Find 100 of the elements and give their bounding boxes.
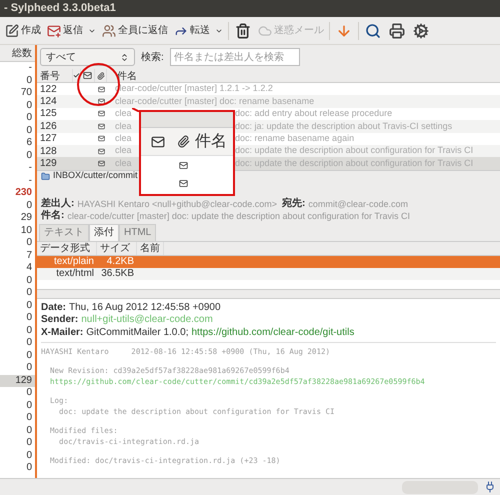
message-number: 124 <box>39 95 58 109</box>
printer-icon <box>389 22 405 38</box>
folder-count[interactable]: 0 <box>0 324 35 337</box>
header-label: X-Mailer: <box>41 326 84 340</box>
cloud-icon <box>258 24 272 38</box>
gear-icon <box>413 22 429 38</box>
message-subject: clea <box>115 120 132 133</box>
message-number: 127 <box>39 132 58 146</box>
folder-count[interactable]: 0 <box>0 450 35 462</box>
column-header[interactable]: 名前 <box>137 242 164 255</box>
folder-count[interactable]: 0 <box>0 312 35 324</box>
folder-count[interactable]: 129 <box>0 374 35 387</box>
message-subject: clea <box>115 107 132 120</box>
folder-count[interactable]: 0 <box>0 437 35 450</box>
to-label: 宛先: <box>282 198 306 210</box>
attachment-icon <box>98 86 104 93</box>
link[interactable]: https://github.com/clear-code/git-utils <box>191 326 354 340</box>
filter-dropdown[interactable]: すべて <box>40 48 135 66</box>
plug-icon <box>484 481 496 493</box>
folder-count[interactable]: 0 <box>0 112 35 124</box>
message-number: 126 <box>39 120 58 134</box>
folder-count[interactable]: 7 <box>0 250 35 262</box>
folder-count[interactable]: 0 <box>0 412 35 424</box>
attachment-icon <box>98 122 104 130</box>
folder-count[interactable]: 0 <box>0 74 35 87</box>
search-field[interactable]: 件名または差出人を検索 <box>170 48 300 66</box>
attachment-type: text/html <box>55 267 95 282</box>
attachment-type: text/plain <box>52 255 95 268</box>
folder-icon <box>41 172 50 181</box>
column-header[interactable]: データ形式 <box>37 242 97 255</box>
folder-count[interactable]: 0 <box>0 424 35 437</box>
toolbar-button[interactable] <box>411 22 431 38</box>
folder-count[interactable]: 0 <box>0 200 35 212</box>
column-header[interactable]: サイズ <box>97 242 137 255</box>
folder-count[interactable]: 29 <box>0 212 35 224</box>
envelope-icon <box>83 71 92 80</box>
window-title: - Sylpheed 3.3.0beta1 <box>4 1 116 16</box>
folder-count[interactable]: 230 <box>0 187 35 200</box>
folder-count[interactable]: 0 <box>0 237 35 250</box>
attachment-size: 4.2KB <box>106 255 135 269</box>
folder-count[interactable]: 0 <box>0 274 35 287</box>
message-subject: clear-code/cutter [master] doc: rename basename <box>115 94 314 108</box>
trash-icon <box>235 22 251 38</box>
attachment-row[interactable]: text/html 36.5KB <box>37 268 500 280</box>
message-number: 129 <box>39 157 58 172</box>
message-number: 128 <box>39 144 58 159</box>
message-subject: doc: add entry about release procedure <box>235 107 392 120</box>
paperclip-icon <box>176 135 190 148</box>
folder-count[interactable]: 0 <box>0 150 35 162</box>
folder-count[interactable]: - <box>0 174 35 187</box>
attachment-icon <box>178 160 188 170</box>
message-subject: clea <box>115 132 132 146</box>
attachment-icon <box>98 148 104 155</box>
toolbar-button[interactable]: 作成 <box>4 23 42 38</box>
search-label: 検索: <box>141 50 164 64</box>
attachment-icon <box>98 135 104 142</box>
folder-count[interactable]: 6 <box>0 137 35 150</box>
message-subject: clea <box>115 144 132 158</box>
subject-value: clear-code/cutter [master] doc: update the description about configuration for Travis CI <box>67 210 410 222</box>
message-subject: doc: rename basename again <box>235 132 354 146</box>
folder-count[interactable]: 0 <box>0 124 35 137</box>
header-value: Thu, 16 Aug 2012 12:45:58 +0900 <box>69 302 221 314</box>
toolbar-button[interactable]: 返信 <box>46 23 97 38</box>
envelope-icon <box>151 134 165 148</box>
folder-count[interactable]: 0 <box>0 287 35 300</box>
check-icon <box>73 72 80 79</box>
folder-count[interactable]: - <box>0 62 35 74</box>
folder-count[interactable]: 4 <box>0 262 35 274</box>
folder-count[interactable]: 0 <box>0 362 35 374</box>
subject-label: 件名: <box>41 210 64 222</box>
folder-count[interactable]: 0 <box>0 300 35 312</box>
header-value: GitCommitMailer 1.0.0; <box>86 326 188 340</box>
people-icon <box>102 24 116 38</box>
folder-count[interactable]: - <box>0 162 35 174</box>
folder-path: INBOX/cutter/commit <box>53 169 138 182</box>
tab[interactable]: 添付 <box>89 224 119 241</box>
folder-count[interactable]: 0 <box>0 462 35 474</box>
message-number: 125 <box>39 107 58 122</box>
spinner-icon <box>120 52 129 62</box>
folder-count[interactable]: 0 <box>0 400 35 412</box>
attachment-size: 36.5KB <box>100 267 135 282</box>
message-subject: doc: ja: update the description about Travis-CI settings <box>235 120 452 133</box>
toolbar-button[interactable]: 転送 <box>173 23 224 38</box>
message-row[interactable]: 124 clear-code/cutter [master] doc: rename basename <box>37 95 500 108</box>
header-label: Date: <box>41 302 66 314</box>
toolbar-button[interactable] <box>387 22 407 38</box>
folder-count[interactable]: 0 <box>0 350 35 362</box>
attachment-icon <box>98 98 104 106</box>
folder-count[interactable]: 0 <box>0 100 35 112</box>
message-number: 122 <box>39 82 58 97</box>
folder-count[interactable]: 10 <box>0 224 35 237</box>
from-label: 差出人: <box>41 198 74 210</box>
toolbar-button[interactable]: 全員に返信 <box>101 23 169 38</box>
column-header[interactable]: 番号 <box>37 69 73 82</box>
reply-icon <box>47 24 61 38</box>
attachment-icon <box>98 110 104 118</box>
attachment-icon <box>178 178 188 188</box>
folder-count[interactable]: 0 <box>0 387 35 400</box>
folder-count[interactable]: 70 <box>0 87 35 100</box>
folder-count[interactable]: 0 <box>0 337 35 350</box>
